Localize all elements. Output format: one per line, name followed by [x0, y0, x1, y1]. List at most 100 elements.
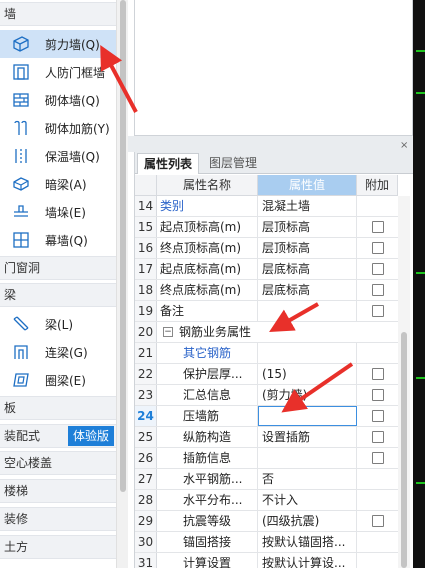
extra-checkbox[interactable]: [371, 410, 384, 422]
left-navigation-panel: 墙 剪力墙(Q) 人防门框墙 砌体墙(Q) 砌体加筋(Y) 保温墙(Q) 暗梁(…: [0, 0, 116, 568]
row-number: 23: [135, 385, 157, 405]
nav-section-hollow-slab[interactable]: 空心楼盖: [0, 451, 116, 475]
table-row[interactable]: 18 终点底标高(m) 层底标高: [135, 280, 398, 301]
property-value[interactable]: (四级抗震): [258, 511, 357, 531]
property-name: 插筋信息: [157, 448, 258, 468]
table-row[interactable]: 28 水平分布... 不计入: [135, 490, 398, 511]
property-name: 锚固搭接: [157, 532, 258, 552]
table-row[interactable]: 29 抗震等级 (四级抗震): [135, 511, 398, 532]
property-name: 类别: [157, 196, 258, 216]
property-name: 汇总信息: [157, 385, 258, 405]
extra-cell: [357, 406, 398, 426]
header-extra[interactable]: 附加: [357, 175, 398, 196]
nav-item-masonry-reinforcement[interactable]: 砌体加筋(Y): [0, 114, 116, 142]
table-row[interactable]: 21 其它钢筋: [135, 343, 398, 364]
tab-layer-management[interactable]: 图层管理: [203, 153, 263, 174]
property-name: 压墙筋: [157, 406, 258, 426]
property-value-editor[interactable]: [258, 406, 357, 426]
nav-item-wall-pier[interactable]: 墙垛(E): [0, 198, 116, 226]
nav-item-insulation-wall[interactable]: 保温墙(Q): [0, 142, 116, 170]
table-row[interactable]: 22 保护层厚... (15): [135, 364, 398, 385]
nav-item-civil-defense-door-wall[interactable]: 人防门框墙: [0, 58, 116, 86]
property-value[interactable]: 否: [258, 469, 357, 489]
extra-checkbox[interactable]: [371, 305, 384, 317]
property-value[interactable]: 不计入: [258, 490, 357, 510]
property-value[interactable]: 层底标高: [258, 259, 357, 279]
property-name: 抗震等级: [157, 511, 258, 531]
extra-cell: [357, 553, 398, 568]
nav-item-ring-beam[interactable]: 圈梁(E): [0, 366, 116, 394]
property-value[interactable]: 层底标高: [258, 280, 357, 300]
extra-checkbox[interactable]: [371, 242, 384, 254]
collapse-icon[interactable]: −: [163, 327, 173, 337]
table-row[interactable]: 27 水平钢筋... 否: [135, 469, 398, 490]
nav-section-decoration[interactable]: 装修: [0, 507, 116, 531]
table-row[interactable]: 17 起点底标高(m) 层底标高: [135, 259, 398, 280]
nav-section-door-window[interactable]: 门窗洞: [0, 256, 116, 280]
extra-cell: [357, 196, 398, 216]
group-header[interactable]: − 钢筋业务属性: [157, 322, 357, 342]
nav-item-coupling-beam[interactable]: 连梁(G): [0, 338, 116, 366]
extra-checkbox[interactable]: [371, 284, 384, 296]
extra-cell: [357, 427, 398, 447]
nav-section-wall[interactable]: 墙: [0, 2, 116, 26]
extra-cell: [357, 532, 398, 552]
property-panel-scrollbar[interactable]: [398, 196, 410, 568]
nav-item-shear-wall[interactable]: 剪力墙(Q): [0, 30, 116, 58]
curtain-wall-icon: [11, 230, 31, 250]
panel-splitter[interactable]: [128, 136, 413, 152]
table-row[interactable]: 30 锚固搭接 按默认锚固搭...: [135, 532, 398, 553]
property-value[interactable]: 层顶标高: [258, 217, 357, 237]
table-row[interactable]: 25 纵筋构造 设置插筋: [135, 427, 398, 448]
property-value[interactable]: [258, 448, 357, 468]
nav-item-masonry-wall[interactable]: 砌体墙(Q): [0, 86, 116, 114]
property-value[interactable]: 按默认锚固搭...: [258, 532, 357, 552]
row-number: 17: [135, 259, 157, 279]
property-value[interactable]: [258, 301, 357, 321]
extra-checkbox[interactable]: [371, 221, 384, 233]
extra-checkbox[interactable]: [371, 389, 384, 401]
nav-section-earthwork[interactable]: 土方: [0, 535, 116, 559]
extra-checkbox[interactable]: [371, 368, 384, 380]
nav-item-curtain-wall[interactable]: 幕墙(Q): [0, 226, 116, 254]
close-icon[interactable]: ×: [400, 140, 408, 151]
property-value[interactable]: 按默认计算设...: [258, 553, 357, 568]
nav-section-stair[interactable]: 楼梯: [0, 479, 116, 503]
nav-item-label: 梁(L): [45, 317, 74, 332]
property-value[interactable]: 设置插筋: [258, 427, 357, 447]
tab-property-list[interactable]: 属性列表: [137, 153, 200, 174]
extra-checkbox[interactable]: [371, 431, 384, 443]
header-property-name[interactable]: 属性名称: [157, 175, 258, 196]
table-row[interactable]: 19 备注: [135, 301, 398, 322]
nav-item-hidden-beam[interactable]: 暗梁(A): [0, 170, 116, 198]
nav-section-slab[interactable]: 板: [0, 396, 116, 420]
extra-cell: [357, 448, 398, 468]
extra-checkbox[interactable]: [371, 263, 384, 275]
extra-checkbox[interactable]: [371, 452, 384, 464]
property-panel-scrollbar-thumb[interactable]: [401, 332, 407, 568]
header-property-value[interactable]: 属性值: [258, 175, 357, 196]
property-value[interactable]: (剪力墙): [258, 385, 357, 405]
canvas-axis-line: [416, 50, 425, 52]
table-row-active[interactable]: 24 压墙筋: [135, 406, 398, 427]
table-row[interactable]: 23 汇总信息 (剪力墙): [135, 385, 398, 406]
left-nav-scrollbar-thumb[interactable]: [120, 0, 126, 492]
table-row[interactable]: 16 终点顶标高(m) 层顶标高: [135, 238, 398, 259]
nav-item-beam[interactable]: 梁(L): [0, 310, 116, 338]
table-row[interactable]: 15 起点顶标高(m) 层顶标高: [135, 217, 398, 238]
property-value[interactable]: 层顶标高: [258, 238, 357, 258]
table-row[interactable]: 26 插筋信息: [135, 448, 398, 469]
row-number: 29: [135, 511, 157, 531]
property-value[interactable]: 混凝土墙: [258, 196, 357, 216]
left-nav-scrollbar[interactable]: [116, 0, 128, 568]
property-value[interactable]: (15): [258, 364, 357, 384]
table-row[interactable]: 14 类别 混凝土墙: [135, 196, 398, 217]
table-row-group[interactable]: 20 − 钢筋业务属性: [135, 322, 398, 343]
property-panel: 属性列表 图层管理 属性名称 属性值 附加 14 类别 混凝土墙 15 起点顶标…: [134, 152, 414, 568]
extra-cell: [357, 217, 398, 237]
property-value[interactable]: [258, 343, 357, 363]
table-row[interactable]: 31 计算设置 按默认计算设...: [135, 553, 398, 568]
nav-section-beam[interactable]: 梁: [0, 283, 116, 307]
extra-checkbox[interactable]: [371, 515, 384, 527]
trial-version-button[interactable]: 体验版: [68, 426, 114, 446]
